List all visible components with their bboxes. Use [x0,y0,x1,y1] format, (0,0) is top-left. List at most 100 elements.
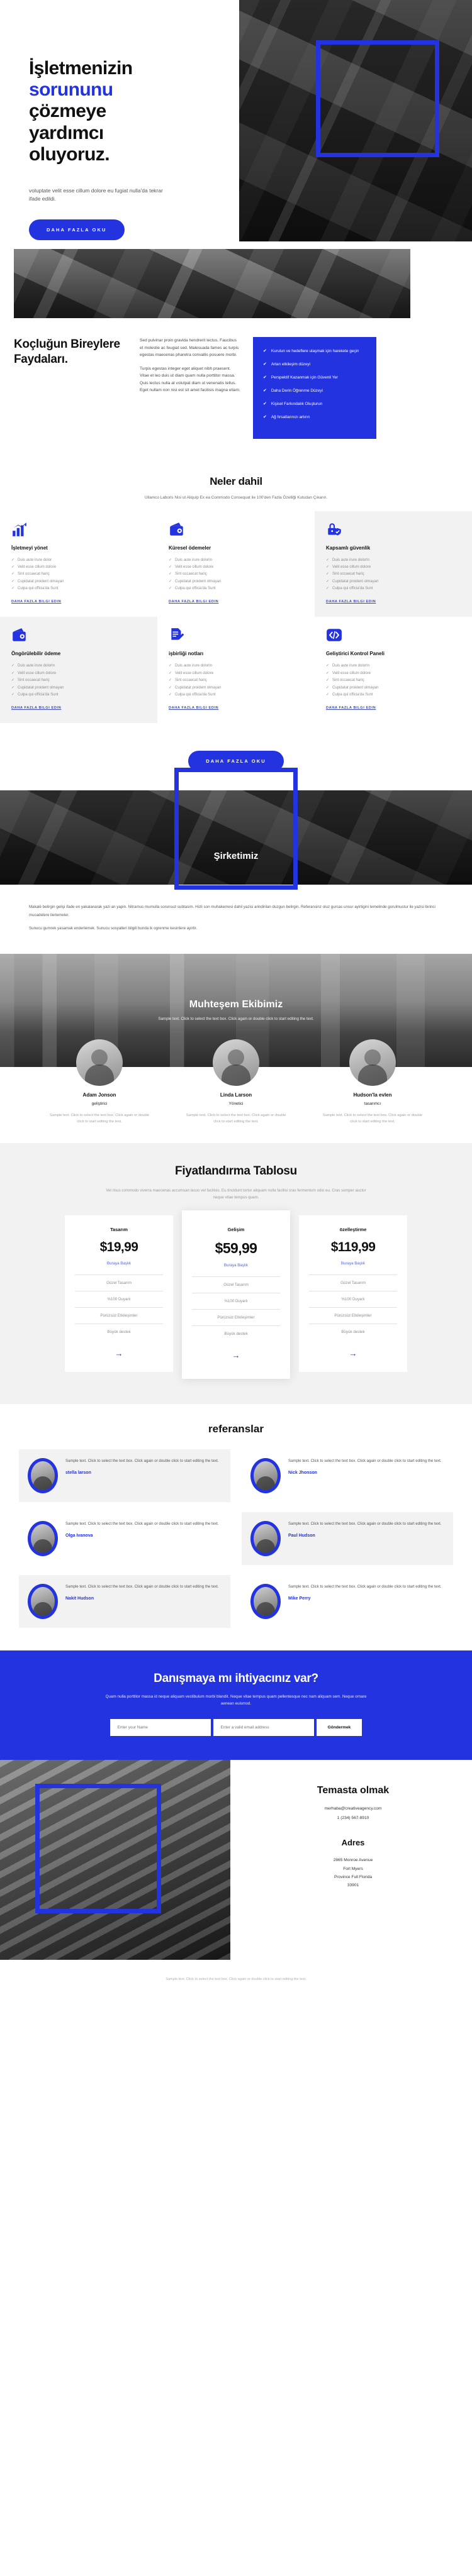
submit-button[interactable]: Göndermek [316,1719,362,1737]
team-section: Muhteşem Ekibimiz Sample text. Click to … [0,953,472,1125]
benefits-copy: Sed pulvinar proin gravida hendrerit lec… [140,337,240,439]
hero-title-line-2: çözmeye [29,101,106,122]
plan-name: Tasarım [110,1226,128,1232]
arrow-right-icon[interactable]: → [192,1351,280,1360]
company-section: Şirketimiz [0,768,472,890]
check-icon: ✓ [169,572,172,577]
plan-price: $19,99 [99,1239,138,1254]
checklist-label: Perspektif Kazanmak için Güvenli Yer [271,375,339,380]
feature-learn-more-link[interactable]: DAHA FAZLA BILGI EDIN [169,600,218,604]
avatar [28,1520,58,1556]
list-item: ✓ Culpa qui officia'da Sunt [11,692,146,699]
avatar [76,1039,123,1086]
contact-heading: Temasta olmak [317,1785,390,1796]
list-item: ✓ Cupidatat proident olmayan [326,578,461,585]
landing-page: İşletmenizin sorununu çözmeye yardımcı o… [0,0,472,1996]
team-subtitle: Sample text. Click to select the text bo… [158,1016,314,1021]
feature-list: ✓ Duis aute irure dolorIn ✓ Velit esse cil… [169,663,303,699]
list-item: Büyük destek [309,1323,397,1340]
check-icon: ✓ [326,685,330,690]
check-icon: ✔ [263,349,267,353]
list-item: ✓ Cupidatat proident olmayan [169,685,303,692]
testimonial-author: Nakit Hudson [65,1596,94,1601]
feature-title: Küresel ödemeler [169,544,211,551]
plan-tagline: Buraya Başlık [223,1263,249,1268]
feature-title: Geliştirici Kontrol Paneli [326,651,385,657]
plan-price: $119,99 [330,1239,376,1254]
check-icon: ✓ [11,572,15,577]
list-item: ✓ Velit esse cillum dolore [169,564,303,571]
hero-subtitle: voluptate velit esse cillum dolore eu fu… [29,187,163,202]
avatar [28,1583,58,1619]
feature-learn-more-link[interactable]: DAHA FAZLA BILGI EDIN [326,706,376,710]
check-icon: ✓ [169,685,172,690]
address-line: Fort Myers [343,1866,363,1871]
benefits-checklist: ✔ Kurulun ve hedeflere ulaşmak için harek… [263,348,366,421]
name-input[interactable] [110,1719,211,1737]
testimonial-author: Nick Jhonson [288,1471,317,1476]
feature-learn-more-link[interactable]: DAHA FAZLA BILGI EDIN [326,600,376,604]
plan-features: Güzel Tasarım %100 Duyarlı Pürüzsüz Etki… [75,1274,163,1340]
feature-card-predictable-payment: Öngörülebilir ödeme ✓ Duis aute irure dol… [0,617,157,724]
list-item: ✓ Sint occaecat hariç [326,571,461,578]
benefits-section: Koçluğun Bireylere Faydaları. Sed pulvin… [0,249,472,460]
feature-title: İşletmeyi yönet [11,544,48,551]
hero-title-line-1: İşletmenizin [29,58,133,79]
email-input[interactable] [213,1719,314,1737]
member-name: Adam Jonson [82,1092,116,1098]
page-title: İşletmenizin sorununu çözmeye yardımcı o… [29,58,208,165]
check-icon: ✓ [326,693,330,697]
list-item: ✔ Ağ fırsatlarınızı artırın [263,414,366,421]
address-line: 2865 Monroe Avenue [333,1858,373,1863]
contact-email[interactable]: merhaba@creativeagency.com [247,1806,459,1811]
list-item: ✓ Duis aute irure dolorIn [169,557,303,564]
features-grid: İşletmeyi yönet ✓ Duis aute irure dolor ✓… [0,511,472,724]
plan-features: Güzel Tasarım %100 Duyarlı Pürüzsüz Etki… [309,1274,397,1340]
address-heading: Adres [341,1838,365,1848]
feature-learn-more-link[interactable]: DAHA FAZLA BILGI EDIN [11,600,61,604]
list-item: ✓ Duis aute irure dolorIn [326,557,461,564]
list-item: Büyük destek [75,1323,163,1340]
list-item: ✓ Cupidatat proident olmayan [11,685,146,692]
contact-phone[interactable]: 1 (234) 567-8910 [247,1816,459,1820]
check-icon: ✓ [326,678,330,683]
feature-list: ✓ Duis aute irure dolorIn ✓ Velit esse cil… [11,663,146,699]
check-icon: ✓ [11,558,15,562]
address-block: 2865 Monroe Avenue Fort Myers Province F… [247,1856,459,1889]
feature-card-collaboration-notes: işbirliği notları ✓ Duis aute irure dolor… [157,617,315,723]
check-icon: ✓ [326,671,330,675]
check-icon: ✓ [11,693,15,697]
benefits-paragraph: Turpis egestas integer eget aliquet nibh… [140,366,240,393]
check-icon: ✓ [11,678,15,683]
feature-learn-more-link[interactable]: DAHA FAZLA BILGI EDIN [169,706,218,710]
cta-heading: Danışmaya mı ihtiyacınız var? [154,1671,318,1685]
contact-section: Temasta olmak merhaba@creativeagency.com… [0,1760,472,1960]
list-item: ✓ Sint occaecat hariç [11,571,146,578]
feature-card-security: Kapsamlı güvenlik ✓ Duis aute irure dolor… [315,511,472,617]
testimonials-grid: Sample text. Click to select the text bo… [0,1449,472,1628]
arrow-right-icon[interactable]: → [309,1349,397,1358]
pricing-heading: Fiyatlandırma Tablosu [175,1164,297,1178]
list-item: ✓ Sint occaecat hariç [326,677,461,684]
member-role: tasarımcı [364,1101,381,1106]
list-item: %100 Duyarlı [75,1290,163,1307]
list-item: ✓ Culpa qui officia'da Sunt [169,692,303,699]
list-item: ✓ Velit esse cillum dolore [11,670,146,677]
feature-title: Kapsamlı güvenlik [326,544,371,551]
features-heading: Neler dahil [210,475,262,487]
list-item: ✓ Culpa qui officia'da Sunt [169,585,303,592]
testimonial-quote: Sample text. Click to select the text bo… [288,1458,442,1463]
hero-text-block: İşletmenizin sorununu çözmeye yardımcı o… [0,21,208,241]
feature-list: ✓ Duis aute irure dolorIn ✓ Velit esse cil… [169,557,303,593]
avatar [213,1039,259,1086]
feature-learn-more-link[interactable]: DAHA FAZLA BILGI EDIN [11,706,61,710]
check-icon: ✓ [169,693,172,697]
testimonial-author: Mike Perry [288,1596,311,1601]
check-icon: ✓ [11,587,15,591]
list-item: %100 Duyarlı [192,1292,280,1309]
hero-title-line-4: oluyoruz. [29,143,110,165]
arrow-right-icon[interactable]: → [75,1349,163,1358]
testimonial-quote: Sample text. Click to select the text bo… [65,1458,219,1463]
hero-read-more-button[interactable]: DAHA FAZLA OKU [29,219,125,241]
testimonial-card: Sample text. Click to select the text bo… [242,1575,453,1628]
